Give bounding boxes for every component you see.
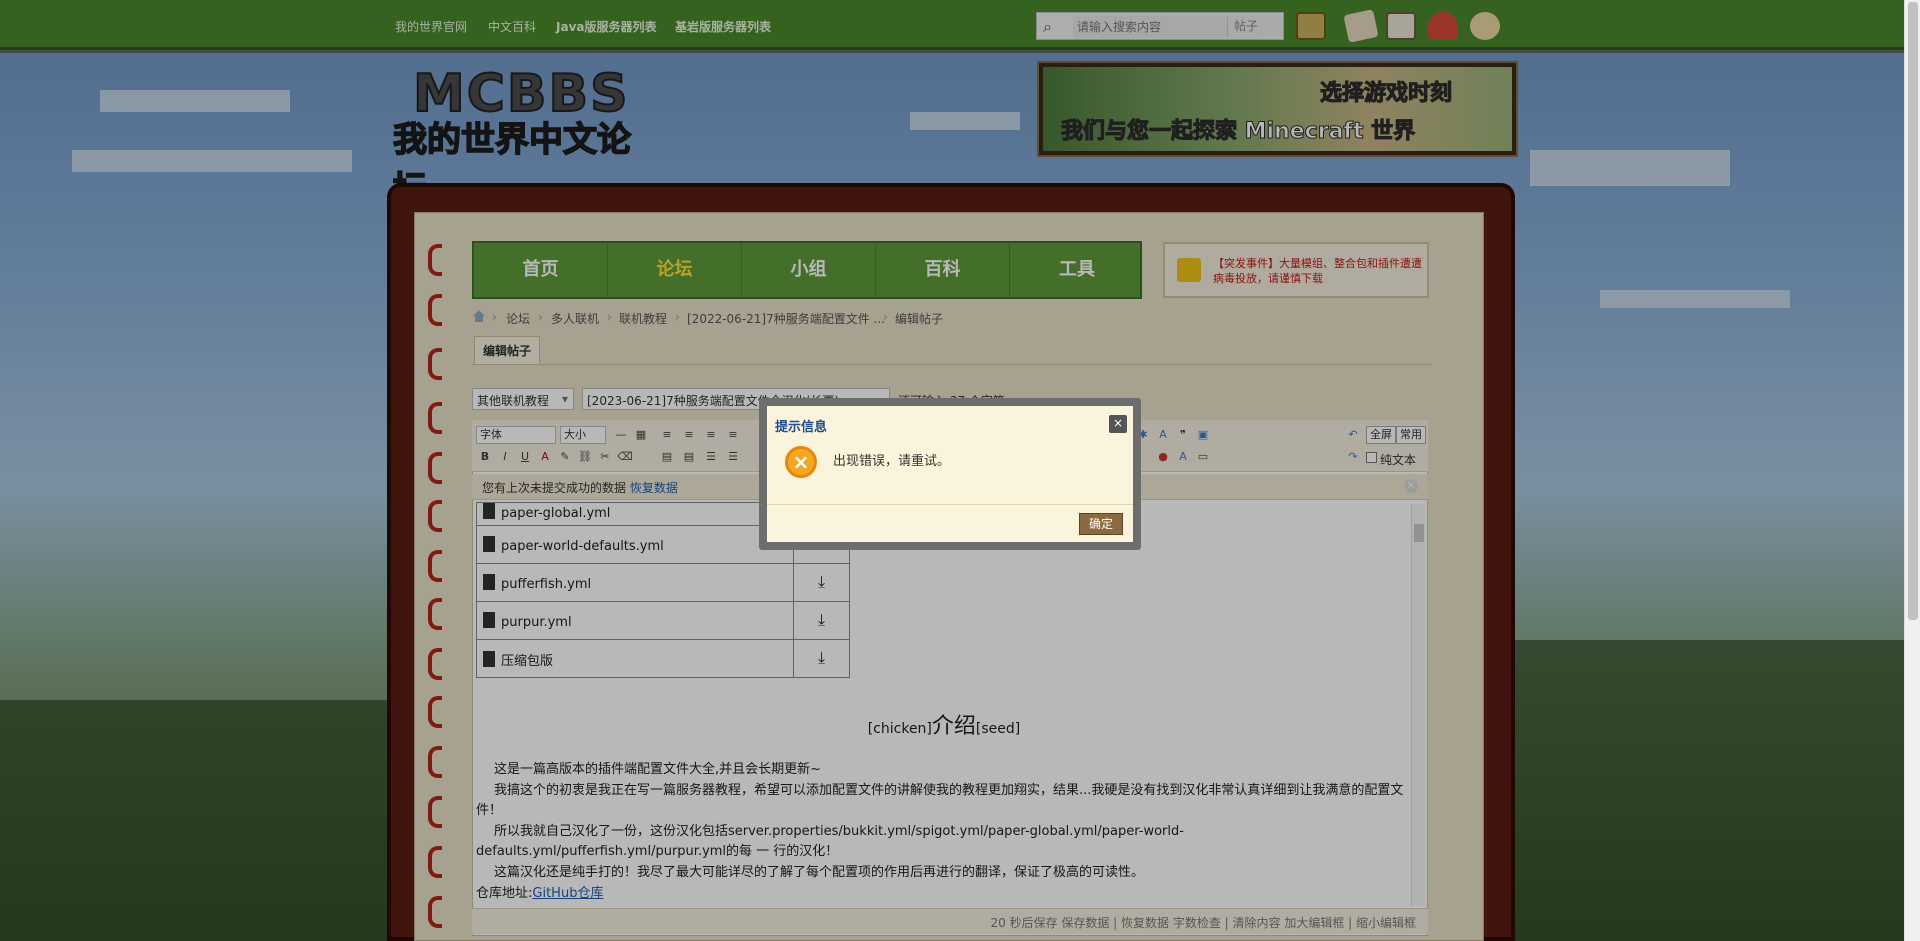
dialog-body: × 出现错误，请重试。 [767, 438, 1133, 504]
dialog-footer: 确定 [767, 504, 1133, 542]
close-icon[interactable]: × [1109, 415, 1127, 433]
page-scrollbar[interactable] [1904, 0, 1920, 941]
error-dialog: 提示信息 × × 出现错误，请重试。 确定 [759, 398, 1141, 550]
dialog-title: 提示信息 [775, 420, 828, 435]
error-icon: × [785, 446, 817, 478]
ok-button[interactable]: 确定 [1079, 513, 1123, 535]
page-scrollbar-thumb[interactable] [1908, 2, 1918, 620]
dialog-message: 出现错误，请重试。 [833, 454, 951, 469]
dialog-header: 提示信息 × [767, 406, 1133, 438]
